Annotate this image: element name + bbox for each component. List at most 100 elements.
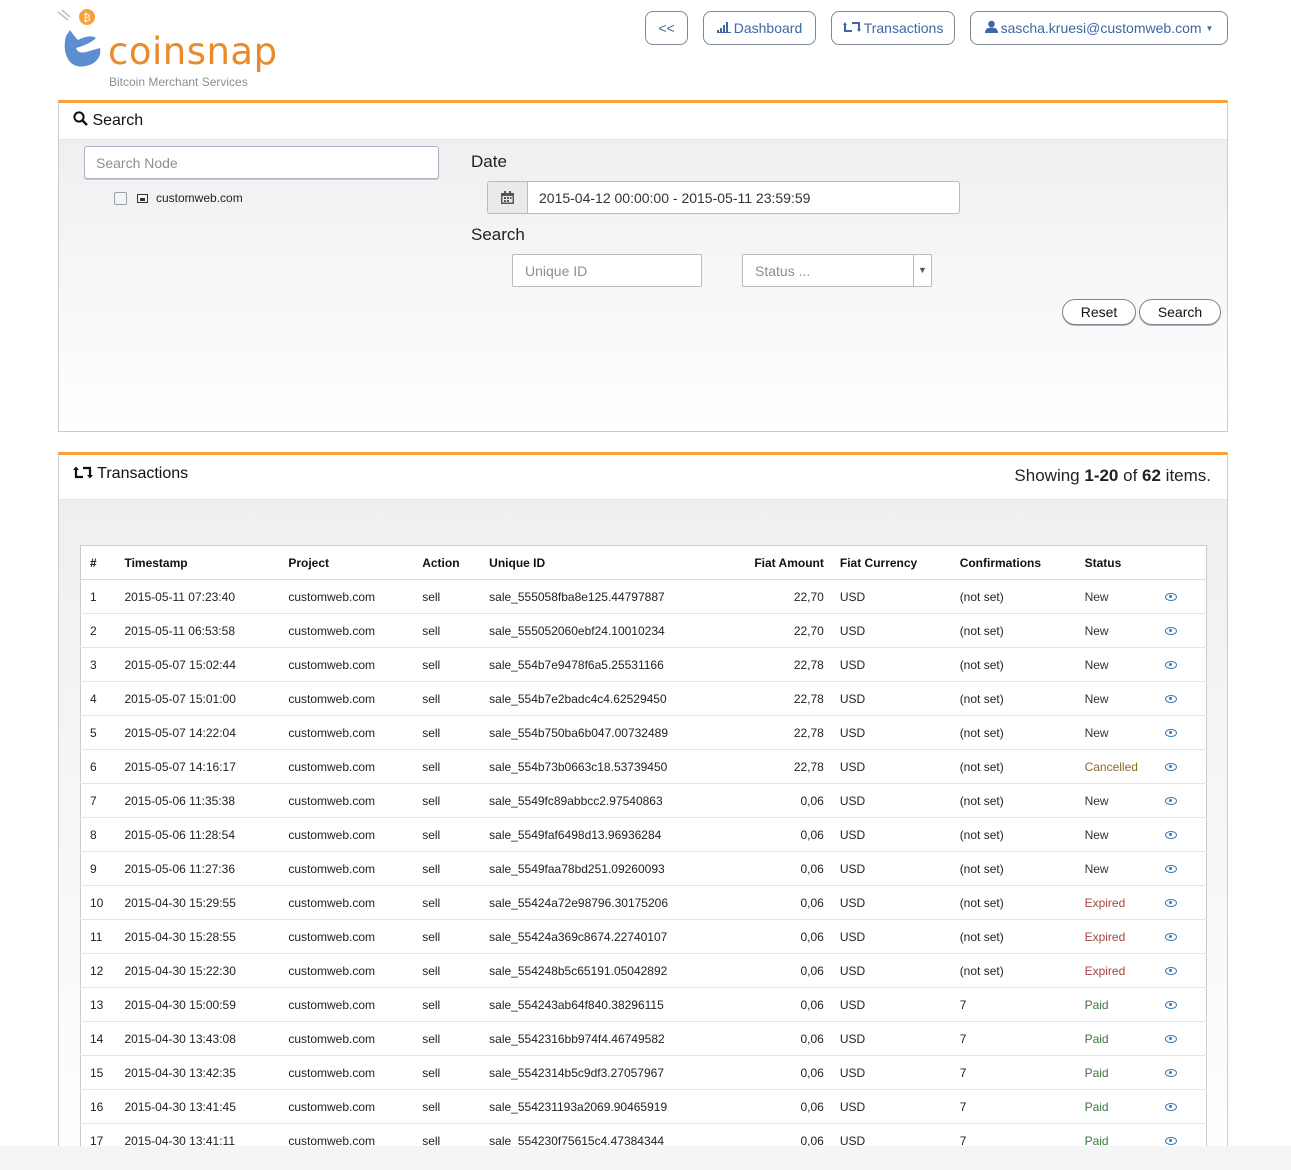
view-action[interactable] — [1155, 715, 1207, 750]
row-fiat-currency: USD — [830, 1089, 951, 1124]
view-action[interactable] — [1155, 817, 1207, 852]
col-header-confirmations[interactable]: Confirmations — [950, 545, 1076, 580]
eye-icon[interactable] — [1164, 1102, 1177, 1111]
eye-icon[interactable] — [1164, 728, 1177, 737]
eye-icon[interactable] — [1164, 864, 1177, 873]
view-action[interactable] — [1155, 681, 1207, 716]
eye-icon[interactable] — [1164, 1068, 1177, 1077]
col-header-action[interactable]: Action — [413, 545, 481, 580]
eye-icon[interactable] — [1164, 1136, 1177, 1145]
table-row[interactable]: 15 2015-04-30 13:42:35 customweb.com sell sa… — [80, 1055, 1207, 1090]
row-timestamp: 2015-05-07 14:22:04 — [115, 715, 280, 750]
row-fiat-amount: 0,06 — [670, 851, 831, 886]
table-row[interactable]: 5 2015-05-07 14:22:04 customweb.com sell sal… — [80, 715, 1207, 750]
row-number: 1 — [80, 579, 116, 614]
view-action[interactable] — [1155, 783, 1207, 818]
row-timestamp: 2015-05-07 14:16:17 — [115, 749, 280, 784]
table-row[interactable]: 13 2015-04-30 15:00:59 customweb.com sell sa… — [80, 987, 1207, 1022]
eye-icon[interactable] — [1164, 694, 1177, 703]
table-row[interactable]: 6 2015-05-07 14:16:17 customweb.com sell sal… — [80, 749, 1207, 784]
eye-icon[interactable] — [1164, 762, 1177, 771]
coinsnap-logo[interactable]: ₿ coinsnap Bitcoin Merchant Services — [56, 8, 277, 92]
row-fiat-amount: 22,78 — [670, 749, 831, 784]
col-header-fiat-amount[interactable]: Fiat Amount — [670, 545, 831, 580]
view-action[interactable] — [1155, 1055, 1207, 1090]
eye-icon[interactable] — [1164, 660, 1177, 669]
table-row[interactable]: 2 2015-05-11 06:53:58 customweb.com sell sal… — [80, 613, 1207, 648]
view-action[interactable] — [1155, 613, 1207, 648]
table-row[interactable]: 14 2015-04-30 13:43:08 customweb.com sell sa… — [80, 1021, 1207, 1056]
row-fiat-amount: 0,06 — [670, 987, 831, 1022]
view-action[interactable] — [1155, 1021, 1207, 1056]
view-action[interactable] — [1155, 987, 1207, 1022]
row-fiat-amount: 0,06 — [670, 919, 831, 954]
table-row[interactable]: 16 2015-04-30 13:41:45 customweb.com sell sa… — [80, 1089, 1207, 1124]
reset-button[interactable]: Reset — [1062, 299, 1136, 325]
tree-checkbox[interactable] — [114, 191, 127, 205]
row-confirmations: (not set) — [950, 783, 1076, 818]
row-timestamp: 2015-05-06 11:28:54 — [115, 817, 280, 852]
col-header-fiat-currency[interactable]: Fiat Currency — [830, 545, 951, 580]
back-button[interactable]: << — [645, 11, 688, 45]
search-node-input[interactable]: Search Node — [84, 146, 439, 179]
dashboard-button[interactable]: Dashboard — [703, 11, 816, 45]
tree-item-customweb[interactable]: customweb.com — [114, 191, 243, 205]
view-action[interactable] — [1155, 851, 1207, 886]
view-action[interactable] — [1155, 885, 1207, 920]
row-number: 8 — [80, 817, 116, 852]
col-header-unique-id[interactable]: Unique ID — [480, 545, 671, 580]
table-row[interactable]: 4 2015-05-07 15:01:00 customweb.com sell sal… — [80, 681, 1207, 716]
col-header-timestamp[interactable]: Timestamp — [115, 545, 280, 580]
view-action[interactable] — [1155, 919, 1207, 954]
col-header-project[interactable]: Project — [279, 545, 414, 580]
view-action[interactable] — [1155, 749, 1207, 784]
status-select[interactable]: Status ... ▼ — [742, 254, 932, 287]
eye-icon[interactable] — [1164, 830, 1177, 839]
row-fiat-currency: USD — [830, 681, 951, 716]
col-header-status[interactable]: Status — [1075, 545, 1156, 580]
date-label: Date — [471, 152, 507, 171]
table-row[interactable]: 9 2015-05-06 11:27:36 customweb.com sell sal… — [80, 851, 1207, 886]
row-confirmations: (not set) — [950, 919, 1076, 954]
eye-icon[interactable] — [1164, 932, 1177, 941]
unique-id-input[interactable]: Unique ID — [512, 254, 702, 287]
row-status: Expired — [1075, 953, 1156, 988]
table-row[interactable]: 7 2015-05-06 11:35:38 customweb.com sell sal… — [80, 783, 1207, 818]
table-row[interactable]: 10 2015-04-30 15:29:55 customweb.com sell sa… — [80, 885, 1207, 920]
row-project: customweb.com — [279, 1089, 414, 1124]
view-action[interactable] — [1155, 579, 1207, 614]
eye-icon[interactable] — [1164, 898, 1177, 907]
row-project: customweb.com — [279, 919, 414, 954]
row-project: customweb.com — [279, 715, 414, 750]
user-menu-button[interactable]: sascha.kruesi@customweb.com ▼ — [970, 11, 1228, 45]
transactions-table: # Timestamp Project Action Unique ID Fia… — [80, 545, 1207, 1158]
row-confirmations: (not set) — [950, 681, 1076, 716]
row-action: sell — [413, 885, 481, 920]
eye-icon[interactable] — [1164, 966, 1177, 975]
table-row[interactable]: 12 2015-04-30 15:22:30 customweb.com sell sa… — [80, 953, 1207, 988]
date-range-value: 2015-04-12 00:00:00 - 2015-05-11 23:59:5… — [539, 190, 811, 206]
eye-icon[interactable] — [1164, 796, 1177, 805]
row-action: sell — [413, 681, 481, 716]
search-button[interactable]: Search — [1139, 299, 1221, 325]
eye-icon[interactable] — [1164, 592, 1177, 601]
row-status: New — [1075, 613, 1156, 648]
table-row[interactable]: 8 2015-05-06 11:28:54 customweb.com sell sal… — [80, 817, 1207, 852]
row-status: Cancelled — [1075, 749, 1156, 784]
table-row[interactable]: 11 2015-04-30 15:28:55 customweb.com sell sa… — [80, 919, 1207, 954]
transactions-panel-body: ▼ ▼ # Timestamp Project Action Unique ID — [59, 500, 1227, 1170]
eye-icon[interactable] — [1164, 1000, 1177, 1009]
row-unique-id: sale_554b7e9478f6a5.25531166 — [480, 647, 671, 682]
transactions-button[interactable]: Transactions — [831, 11, 955, 45]
view-action[interactable] — [1155, 953, 1207, 988]
eye-icon[interactable] — [1164, 1034, 1177, 1043]
col-header-number[interactable]: # — [80, 545, 116, 580]
eye-icon[interactable] — [1164, 626, 1177, 635]
table-row[interactable]: 1 2015-05-11 07:23:40 customweb.com sell sal… — [80, 579, 1207, 614]
table-row[interactable]: 3 2015-05-07 15:02:44 customweb.com sell sal… — [80, 647, 1207, 682]
row-timestamp: 2015-04-30 15:00:59 — [115, 987, 280, 1022]
date-range-field[interactable]: 2015-04-12 00:00:00 - 2015-05-11 23:59:5… — [487, 181, 960, 214]
row-action: sell — [413, 953, 481, 988]
view-action[interactable] — [1155, 1089, 1207, 1124]
view-action[interactable] — [1155, 647, 1207, 682]
